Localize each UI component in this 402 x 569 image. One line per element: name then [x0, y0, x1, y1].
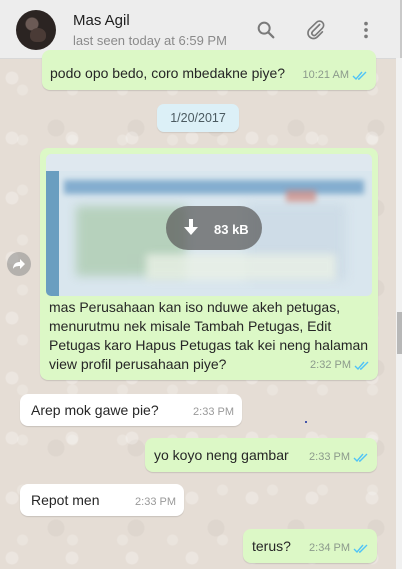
chat-scrollbar[interactable]: [396, 58, 402, 569]
message-bubble-outgoing[interactable]: podo opo bedo, coro mbedakne piye? 10:21…: [42, 50, 376, 90]
message-meta: 2:33 PM: [193, 403, 234, 422]
message-meta: 2:32 PM: [310, 356, 370, 375]
message-time: 2:33 PM: [135, 496, 176, 508]
message-meta: 2:33 PM: [135, 493, 176, 512]
date-separator: 1/20/2017: [157, 104, 239, 132]
search-icon[interactable]: [255, 19, 277, 41]
message-meta: 2:34 PM: [309, 539, 369, 558]
message-bubble-incoming[interactable]: Arep mok gawe pie? 2:33 PM: [20, 394, 242, 426]
stray-pixel: [305, 421, 307, 423]
message-text: terus?: [252, 538, 291, 554]
read-ticks-icon: [353, 453, 368, 462]
contact-name[interactable]: Mas Agil: [73, 12, 130, 29]
message-time: 2:34 PM: [309, 542, 350, 554]
message-time: 10:21 AM: [302, 69, 349, 81]
message-text: yo koyo neng gambar: [154, 447, 289, 463]
download-button[interactable]: 83 kB: [166, 206, 262, 250]
attach-icon[interactable]: [305, 19, 327, 41]
read-ticks-icon: [354, 361, 369, 370]
message-time: 2:32 PM: [310, 359, 351, 371]
message-meta: 10:21 AM: [303, 66, 368, 85]
message-meta: 2:33 PM: [309, 448, 369, 467]
message-text: Arep mok gawe pie?: [31, 402, 159, 418]
message-time: 2:33 PM: [193, 406, 234, 418]
forward-button[interactable]: [7, 252, 31, 276]
read-ticks-icon: [353, 544, 368, 553]
image-thumbnail[interactable]: 83 kB: [46, 154, 372, 296]
download-size: 83 kB: [214, 222, 249, 237]
message-text: Repot men: [31, 492, 100, 508]
message-bubble-incoming[interactable]: Repot men 2:33 PM: [20, 484, 184, 516]
message-text: podo opo bedo, coro mbedakne piye?: [50, 65, 286, 81]
message-time: 2:33 PM: [309, 451, 350, 463]
download-arrow-icon: [184, 219, 198, 235]
last-seen-status: last seen today at 6:59 PM: [73, 33, 227, 48]
read-ticks-icon: [352, 71, 367, 80]
forward-icon: [13, 259, 25, 269]
scrollbar-thumb[interactable]: [397, 312, 402, 354]
contact-avatar[interactable]: [16, 10, 56, 50]
message-bubble-outgoing[interactable]: yo koyo neng gambar 2:33 PM: [145, 438, 377, 472]
message-bubble-outgoing[interactable]: terus? 2:34 PM: [243, 529, 377, 563]
image-message-bubble[interactable]: 83 kB mas Perusahaan kan iso nduwe akeh …: [40, 148, 378, 380]
menu-icon[interactable]: [355, 19, 377, 41]
